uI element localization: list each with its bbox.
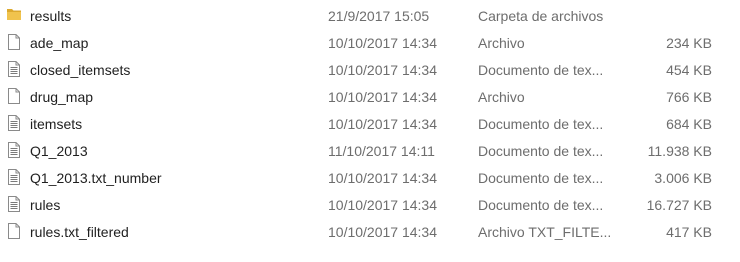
file-size: 16.727 KB: [646, 197, 712, 213]
file-type: Carpeta de archivos: [478, 8, 604, 24]
file-list: results 21/9/2017 15:05 Carpeta de archi…: [0, 0, 740, 262]
file-icon: [6, 87, 22, 105]
file-date: 10/10/2017 14:34: [328, 197, 437, 213]
file-row-q1-2013-txt-number[interactable]: Q1_2013.txt_number 10/10/2017 14:34 Docu…: [0, 164, 740, 191]
file-icon: [6, 222, 22, 240]
text-document-icon: [6, 195, 22, 213]
file-size: 454 KB: [666, 62, 712, 78]
file-row-q1-2013[interactable]: Q1_2013 11/10/2017 14:11 Documento de te…: [0, 137, 740, 164]
file-row-closed-itemsets[interactable]: closed_itemsets 10/10/2017 14:34 Documen…: [0, 56, 740, 83]
file-name: drug_map: [30, 89, 94, 105]
file-date: 10/10/2017 14:34: [328, 62, 437, 78]
file-type: Documento de tex...: [478, 197, 604, 213]
file-type: Archivo: [478, 35, 525, 51]
file-size: 684 KB: [666, 116, 712, 132]
text-document-icon: [6, 168, 22, 186]
file-date: 10/10/2017 14:34: [328, 35, 437, 51]
file-size: 3.006 KB: [654, 170, 712, 186]
file-name: rules: [30, 197, 61, 213]
file-date: 11/10/2017 14:11: [328, 143, 435, 159]
file-type: Documento de tex...: [478, 116, 604, 132]
file-date: 21/9/2017 15:05: [328, 8, 430, 24]
file-size: 766 KB: [666, 89, 712, 105]
file-name: Q1_2013.txt_number: [30, 170, 162, 186]
file-row-rules[interactable]: rules 10/10/2017 14:34 Documento de tex.…: [0, 191, 740, 218]
file-size: 11.938 KB: [647, 143, 712, 159]
file-icon: [6, 33, 22, 51]
file-size: 234 KB: [666, 35, 712, 51]
text-document-icon: [6, 60, 22, 78]
file-name: Q1_2013: [30, 143, 88, 159]
file-type: Documento de tex...: [478, 62, 604, 78]
file-type: Archivo TXT_FILTE...: [478, 224, 612, 240]
file-date: 10/10/2017 14:34: [328, 224, 437, 240]
file-date: 10/10/2017 14:34: [328, 170, 437, 186]
file-name: results: [30, 8, 72, 24]
file-name: ade_map: [30, 35, 89, 51]
file-name: closed_itemsets: [30, 62, 131, 78]
file-size: 417 KB: [666, 224, 712, 240]
file-type: Documento de tex...: [478, 170, 604, 186]
file-date: 10/10/2017 14:34: [328, 116, 437, 132]
folder-icon: [6, 6, 22, 24]
file-date: 10/10/2017 14:34: [328, 89, 437, 105]
file-row-rules-txt-filtered[interactable]: rules.txt_filtered 10/10/2017 14:34 Arch…: [0, 218, 740, 245]
file-row-itemsets[interactable]: itemsets 10/10/2017 14:34 Documento de t…: [0, 110, 740, 137]
file-row-ade-map[interactable]: ade_map 10/10/2017 14:34 Archivo 234 KB: [0, 29, 740, 56]
file-type: Archivo: [478, 89, 525, 105]
text-document-icon: [6, 141, 22, 159]
file-type: Documento de tex...: [478, 143, 604, 159]
file-name: itemsets: [30, 116, 83, 132]
file-name: rules.txt_filtered: [30, 224, 129, 240]
file-row-results[interactable]: results 21/9/2017 15:05 Carpeta de archi…: [0, 2, 740, 29]
file-row-drug-map[interactable]: drug_map 10/10/2017 14:34 Archivo 766 KB: [0, 83, 740, 110]
text-document-icon: [6, 114, 22, 132]
